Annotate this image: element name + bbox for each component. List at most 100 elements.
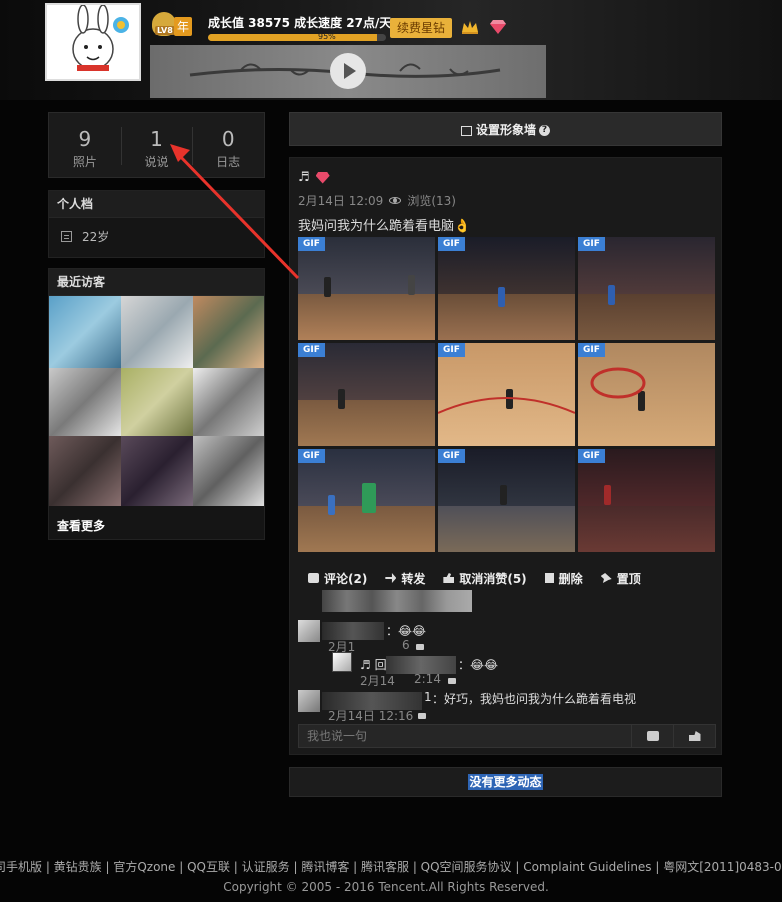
profile-age: 22岁 bbox=[82, 230, 110, 244]
gesture-button[interactable] bbox=[673, 725, 715, 747]
avatar[interactable] bbox=[45, 3, 141, 81]
copyright: Copyright © 2005 - 2016 Tencent.All Righ… bbox=[223, 880, 549, 894]
reply-icon[interactable] bbox=[418, 713, 426, 719]
set-image-wall-button[interactable]: 设置形象墙? bbox=[289, 112, 722, 146]
rabbit-avatar-icon bbox=[72, 5, 129, 71]
stat-number: 0 bbox=[221, 127, 235, 151]
document-icon bbox=[61, 231, 72, 242]
year-label: 年 bbox=[174, 17, 193, 36]
hand-icon bbox=[688, 731, 701, 741]
stat-blogs[interactable]: 0 日志 bbox=[192, 113, 264, 177]
post-date: 2月14日 12:09 bbox=[298, 194, 384, 208]
gif-thumbnail[interactable]: GIF bbox=[578, 343, 715, 446]
gif-player bbox=[604, 485, 611, 505]
pin-button[interactable]: 置顶 bbox=[600, 570, 641, 587]
gif-court bbox=[438, 505, 575, 552]
court-lines-icon bbox=[438, 397, 575, 414]
music-player-banner[interactable] bbox=[150, 45, 546, 98]
comment-label: 评论(2) bbox=[324, 571, 368, 586]
commenter-avatar[interactable] bbox=[298, 620, 320, 642]
gif-thumbnail[interactable]: GIF bbox=[578, 237, 715, 340]
reply-avatar[interactable] bbox=[332, 652, 352, 672]
pin-icon bbox=[600, 573, 612, 583]
visitor-avatar[interactable] bbox=[49, 436, 121, 506]
gif-label: GIF bbox=[298, 343, 325, 357]
comment-button[interactable]: 评论(2) bbox=[308, 570, 367, 587]
reply-icon[interactable] bbox=[416, 644, 424, 650]
visitor-avatar[interactable] bbox=[121, 296, 193, 368]
gif-thumbnail[interactable]: GIF bbox=[438, 449, 575, 552]
level-badge[interactable]: LV8 年 bbox=[152, 10, 198, 38]
profile-age-row: 22岁 bbox=[49, 218, 264, 255]
likers-avatars[interactable] bbox=[322, 590, 472, 612]
diamond-icon[interactable] bbox=[489, 19, 507, 35]
reply-prefix: ♬ 回 bbox=[360, 658, 387, 672]
visitors-title: 最近访客 bbox=[49, 269, 264, 296]
stat-moods[interactable]: 1 说说 bbox=[120, 113, 193, 177]
help-icon[interactable]: ? bbox=[539, 125, 550, 136]
growth-text: 成长值 38575 成长速度 27点/天 bbox=[208, 16, 392, 30]
camera-icon bbox=[646, 731, 659, 741]
forward-icon bbox=[385, 573, 397, 583]
unlike-button[interactable]: 取消消赞(5) bbox=[443, 570, 527, 587]
post-text: 我妈问我为什么跪着看电脑👌 bbox=[298, 219, 471, 234]
gif-thumbnail[interactable]: GIF bbox=[298, 449, 435, 552]
growth-progress-fill bbox=[208, 34, 378, 41]
post-views: 浏览(13) bbox=[407, 194, 456, 208]
delete-label: 删除 bbox=[558, 571, 583, 586]
visitor-avatar[interactable] bbox=[193, 436, 264, 506]
gif-label: GIF bbox=[578, 449, 605, 463]
stat-photos[interactable]: 9 照片 bbox=[49, 113, 121, 177]
diamond-badge-icon bbox=[315, 171, 330, 184]
visitor-avatar[interactable] bbox=[49, 296, 121, 368]
commenter-avatar[interactable] bbox=[298, 690, 320, 712]
see-more-link[interactable]: 查看更多 bbox=[57, 517, 105, 534]
gif-label: GIF bbox=[298, 237, 325, 251]
level-text: LV8 bbox=[155, 26, 175, 35]
gif-thumbnail[interactable]: GIF bbox=[298, 343, 435, 446]
growth-percent-label: 95% bbox=[318, 32, 336, 41]
comment-text: ：好巧，我妈也问我为什么跪着看电视 bbox=[432, 692, 637, 706]
post-header: ♬ bbox=[298, 170, 330, 185]
visitor-avatars-grid[interactable] bbox=[49, 296, 264, 506]
stat-number: 1 bbox=[150, 127, 163, 151]
gif-player bbox=[498, 287, 505, 307]
play-icon[interactable] bbox=[330, 53, 366, 89]
camera-button[interactable] bbox=[631, 725, 673, 747]
visitor-avatar[interactable] bbox=[121, 436, 193, 506]
gif-player bbox=[408, 275, 415, 295]
image-icon bbox=[460, 125, 472, 136]
no-more-feeds[interactable]: 没有更多动态 bbox=[289, 767, 722, 797]
gif-label: GIF bbox=[438, 449, 465, 463]
footer-links[interactable]: 司手机版 | 黄钻贵族 | 官方Qzone | QQ互联 | 认证服务 | 腾讯… bbox=[0, 858, 782, 876]
renew-button[interactable]: 续费星钻 bbox=[390, 18, 452, 38]
gif-thumbnail[interactable]: GIF bbox=[438, 343, 575, 446]
visitor-avatar[interactable] bbox=[193, 368, 264, 436]
gif-thumbnail[interactable]: GIF bbox=[438, 237, 575, 340]
trash-icon bbox=[544, 573, 554, 583]
delete-button[interactable]: 删除 bbox=[544, 570, 583, 587]
crown-icon[interactable] bbox=[461, 19, 479, 35]
gif-label: GIF bbox=[578, 343, 605, 357]
reply-icon[interactable] bbox=[448, 678, 456, 684]
comments-section: ：😂😂 2月1 6 ♬ 回 ：😂😂 2月14 2:14 1 ：好巧，我妈也问我为… bbox=[298, 590, 716, 723]
stat-label: 日志 bbox=[216, 155, 241, 169]
gif-court bbox=[298, 399, 435, 446]
forward-button[interactable]: 转发 bbox=[385, 570, 425, 587]
visitor-avatar[interactable] bbox=[121, 368, 193, 436]
footer-links-text[interactable]: 司手机版 | 黄钻贵族 | 官方Qzone | QQ互联 | 认证服务 | 腾讯… bbox=[0, 858, 782, 875]
visitor-avatar[interactable] bbox=[49, 368, 121, 436]
gif-label: GIF bbox=[438, 343, 465, 357]
gif-player bbox=[338, 389, 345, 409]
reply-date: 2月14 bbox=[360, 674, 395, 688]
stat-number: 9 bbox=[78, 127, 92, 151]
commenter-name-suffix: 1 bbox=[424, 690, 432, 704]
no-more-label: 没有更多动态 bbox=[468, 774, 543, 790]
gif-thumbnail[interactable]: GIF bbox=[578, 449, 715, 552]
comment-input[interactable] bbox=[299, 725, 631, 747]
reply-text: ：😂😂 bbox=[458, 658, 499, 672]
stat-label: 说说 bbox=[144, 155, 169, 169]
gif-thumbnail[interactable]: GIF bbox=[298, 237, 435, 340]
gif-mascot bbox=[362, 483, 376, 513]
visitor-avatar[interactable] bbox=[193, 296, 264, 368]
